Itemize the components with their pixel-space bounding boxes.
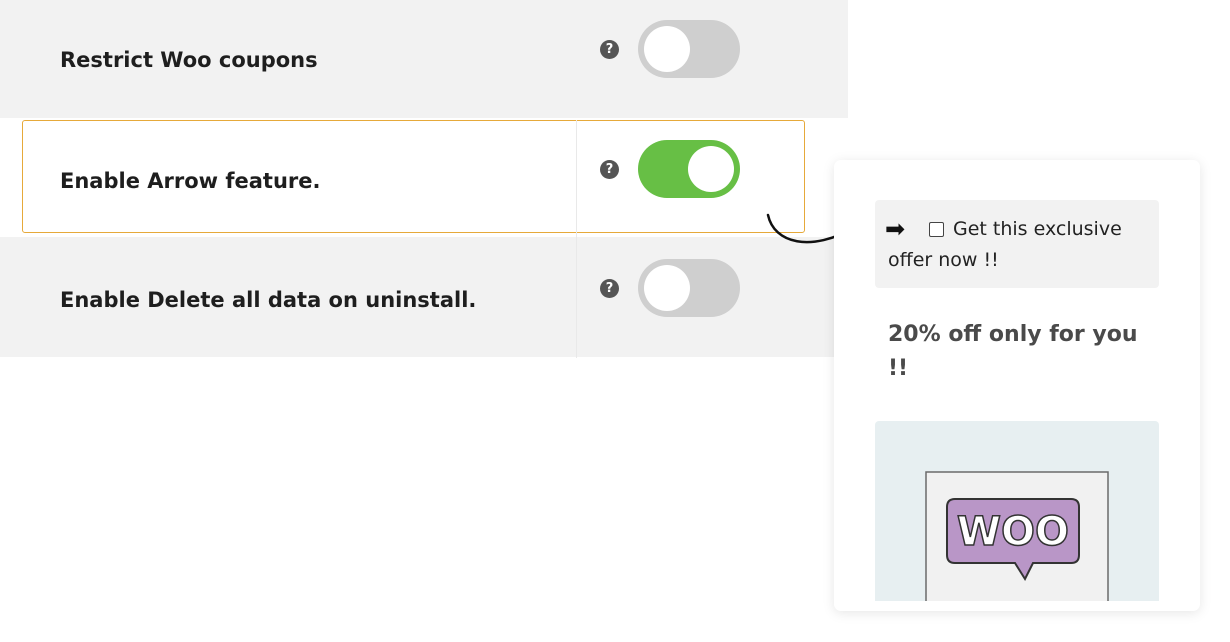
help-icon[interactable]: ?	[600, 279, 619, 298]
help-icon[interactable]: ?	[600, 160, 619, 179]
settings-page: Restrict Woo coupons ? Enable Arrow feat…	[0, 0, 1230, 642]
help-icon[interactable]: ?	[600, 40, 619, 59]
setting-label-delete-data-on-uninstall: Enable Delete all data on uninstall.	[60, 288, 477, 312]
toggle-delete-data-on-uninstall[interactable]	[638, 259, 740, 317]
toggle-knob	[644, 26, 690, 72]
arrow-right-icon: ➡	[885, 215, 906, 243]
woocommerce-logo-sketch: WOO	[925, 471, 1109, 601]
setting-label-enable-arrow-feature: Enable Arrow feature.	[60, 169, 321, 193]
toggle-knob	[644, 265, 690, 311]
promo-text: 20% off only for you !!	[888, 322, 1138, 381]
offer-box: Get this exclusive offer now !! ➡	[875, 200, 1159, 288]
setting-row-enable-arrow-feature: Enable Arrow feature. ?	[22, 120, 805, 233]
offer-checkbox[interactable]	[929, 222, 944, 237]
offer-preview-panel: Get this exclusive offer now !! ➡ 20% of…	[834, 160, 1200, 611]
toggle-restrict-woo-coupons[interactable]	[638, 20, 740, 78]
product-image: WOO	[875, 421, 1159, 601]
toggle-knob	[688, 146, 734, 192]
column-divider	[576, 120, 577, 358]
woo-logo-text: WOO	[957, 509, 1069, 555]
setting-label-restrict-woo-coupons: Restrict Woo coupons	[60, 48, 318, 72]
setting-row-delete-data-on-uninstall: Enable Delete all data on uninstall. ?	[0, 237, 848, 357]
offer-text: Get this exclusive offer now !!	[888, 218, 1122, 271]
setting-row-restrict-woo-coupons: Restrict Woo coupons ?	[0, 0, 848, 118]
toggle-enable-arrow-feature[interactable]	[638, 140, 740, 198]
